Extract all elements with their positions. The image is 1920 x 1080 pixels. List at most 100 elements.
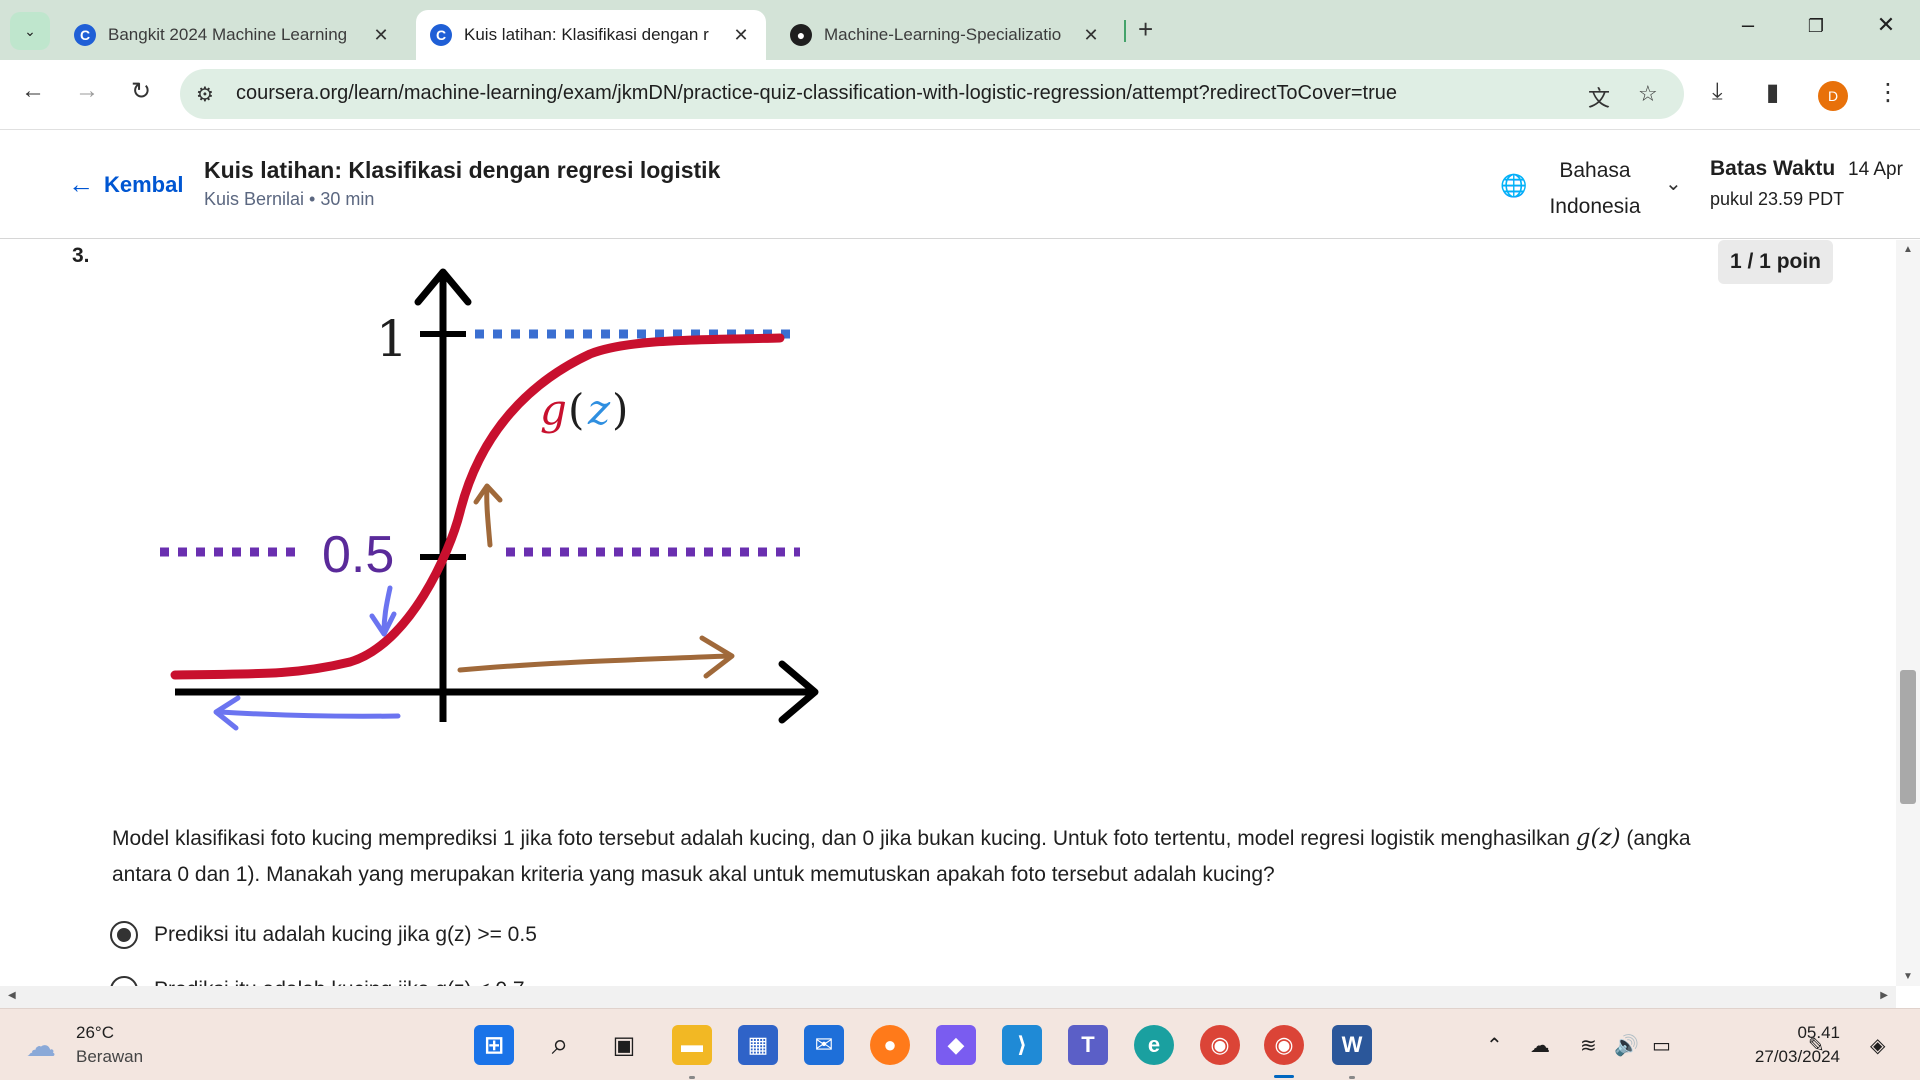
running-indicator xyxy=(1349,1076,1355,1079)
language-selector[interactable]: Bahasa Indonesia xyxy=(1540,153,1650,225)
close-tab-icon[interactable]: ✕ xyxy=(730,25,752,46)
back-arrow-icon[interactable]: ← xyxy=(16,77,50,105)
browser-toolbar: ← → ↻ ⚙ coursera.org/learn/machine-learn… xyxy=(0,60,1920,130)
weather-condition[interactable]: Berawan xyxy=(76,1047,143,1067)
profile-avatar[interactable]: D xyxy=(1818,81,1848,111)
tab-title: Kuis latihan: Klasifikasi dengan r xyxy=(464,25,709,44)
horizontal-scrollbar[interactable]: ◀ ▶ xyxy=(0,986,1896,1008)
chevron-down-icon[interactable]: ⌄ xyxy=(1665,171,1682,196)
file-explorer-icon[interactable]: ▬ xyxy=(672,1025,712,1065)
reload-icon[interactable]: ↻ xyxy=(124,77,158,106)
chevron-up-icon[interactable]: ⌃ xyxy=(1486,1033,1503,1058)
copilot-icon[interactable]: ◆ xyxy=(936,1025,976,1065)
scrollbar-thumb[interactable] xyxy=(1900,670,1916,804)
back-link[interactable]: ← Kembal xyxy=(68,169,183,200)
answer-option-2[interactable]: Prediksi itu adalah kucing jika g(z) < 0… xyxy=(110,976,525,986)
globe-icon: 🌐 xyxy=(1500,173,1528,198)
quiz-subtitle: Kuis Bernilai • 30 min xyxy=(204,189,375,209)
page-title: Kuis latihan: Klasifikasi dengan regresi… xyxy=(204,157,721,183)
back-arrow-icon: ← xyxy=(68,169,94,199)
clock-time[interactable]: 05.41 xyxy=(1740,1023,1840,1043)
forward-arrow-icon[interactable]: → xyxy=(70,77,104,105)
cloud-weather-icon[interactable]: ☁ xyxy=(26,1029,56,1064)
radio-dot xyxy=(117,928,131,942)
question-text: Model klasifikasi foto kucing memprediks… xyxy=(112,820,1712,893)
tab-github[interactable]: ● Machine-Learning-Specializatio ✕ xyxy=(776,10,1116,60)
brown-right-arrow xyxy=(457,653,731,673)
curve-label-close-paren: ) xyxy=(612,385,628,434)
notification-icon[interactable]: ✎ xyxy=(1808,1033,1825,1058)
coursera-favicon-icon: C xyxy=(74,24,96,46)
windows-taskbar: ☁ 26°C Berawan ⊞ ⌕ ▣ ▬ ▦ ✉ ● ◆ ⟩ T e ◉ ◉… xyxy=(0,1008,1920,1080)
wifi-icon[interactable]: ≋ xyxy=(1580,1033,1597,1058)
copilot-tray-icon[interactable]: ◈ xyxy=(1870,1033,1885,1058)
address-bar[interactable]: ⚙ coursera.org/learn/machine-learning/ex… xyxy=(180,69,1684,119)
browser-tab-strip: ⌄ C Bangkit 2024 Machine Learning ✕ C Ku… xyxy=(0,0,1920,60)
language-line-2: Indonesia xyxy=(1549,195,1641,218)
label-half: 0.5 xyxy=(322,526,394,584)
side-panel-icon[interactable]: ▮ xyxy=(1766,78,1779,107)
close-tab-icon[interactable]: ✕ xyxy=(370,25,392,46)
download-icon[interactable]: ⤓ xyxy=(1712,78,1723,106)
github-favicon-icon: ● xyxy=(790,24,812,46)
teams-icon[interactable]: T xyxy=(1068,1025,1108,1065)
radio-button[interactable] xyxy=(110,976,138,986)
radio-button-selected[interactable] xyxy=(110,921,138,949)
word-icon[interactable]: W xyxy=(1332,1025,1372,1065)
deadline-date: 14 Apr xyxy=(1848,159,1903,180)
curve-label-g: g xyxy=(540,385,567,434)
site-settings-icon[interactable]: ⚙ xyxy=(196,82,214,107)
running-indicator xyxy=(689,1076,695,1079)
search-icon[interactable]: ⌕ xyxy=(540,1025,580,1065)
microsoft-store-icon[interactable]: ▦ xyxy=(738,1025,778,1065)
restore-icon[interactable]: ❐ xyxy=(1796,16,1836,37)
menu-kebab-icon[interactable]: ⋮ xyxy=(1876,78,1900,107)
tab-quiz[interactable]: C Kuis latihan: Klasifikasi dengan r ✕ xyxy=(416,10,766,60)
coursera-favicon-icon: C xyxy=(430,24,452,46)
minimize-icon[interactable]: – xyxy=(1728,12,1768,38)
onedrive-cloud-icon[interactable]: ☁ xyxy=(1530,1033,1550,1058)
question-math: g(z) xyxy=(1575,825,1621,851)
close-tab-icon[interactable]: ✕ xyxy=(1080,25,1102,46)
sigmoid-figure: 1 0.5 g ( z ) xyxy=(160,268,819,731)
translate-icon[interactable]: 文 xyxy=(1588,81,1610,113)
answer-option-label: Prediksi itu adalah kucing jika g(z) >= … xyxy=(154,923,537,946)
brown-up-arrow xyxy=(484,485,493,548)
curve-label-open-paren: ( xyxy=(568,385,584,434)
task-view-icon[interactable]: ▣ xyxy=(604,1025,644,1065)
vscode-icon[interactable]: ⟩ xyxy=(1002,1025,1042,1065)
scroll-down-arrow-icon[interactable]: ▼ xyxy=(1903,971,1913,982)
battery-icon[interactable]: ▭ xyxy=(1652,1033,1671,1058)
weather-temperature[interactable]: 26°C xyxy=(76,1023,114,1043)
vertical-scrollbar[interactable]: ▲ ▼ xyxy=(1896,240,1920,986)
edge-icon[interactable]: e xyxy=(1134,1025,1174,1065)
tab-separator xyxy=(1124,20,1126,42)
tab-title: Bangkit 2024 Machine Learning xyxy=(108,25,348,44)
chrome-active-icon[interactable]: ◉ xyxy=(1264,1025,1304,1065)
question-number: 3. xyxy=(72,244,90,267)
scroll-up-arrow-icon[interactable]: ▲ xyxy=(1903,244,1913,255)
new-tab-plus-icon[interactable]: + xyxy=(1138,14,1153,45)
points-badge: 1 / 1 poin xyxy=(1718,240,1834,284)
url-text: coursera.org/learn/machine-learning/exam… xyxy=(236,82,1398,104)
bookmark-star-icon[interactable]: ☆ xyxy=(1638,81,1658,107)
tab-search-chevron-icon[interactable]: ⌄ xyxy=(10,12,50,50)
curve-label-z: z xyxy=(587,385,611,434)
close-window-icon[interactable]: ✕ xyxy=(1866,12,1906,38)
mail-icon[interactable]: ✉ xyxy=(804,1025,844,1065)
label-one: 1 xyxy=(376,310,408,368)
tab-bangkit[interactable]: C Bangkit 2024 Machine Learning ✕ xyxy=(60,10,406,60)
chrome-icon[interactable]: ◉ xyxy=(1200,1025,1240,1065)
sigmoid-curve xyxy=(170,333,785,680)
firefox-icon[interactable]: ● xyxy=(870,1025,910,1065)
blue-left-arrow xyxy=(217,709,401,719)
deadline-time: pukul 23.59 PDT xyxy=(1710,189,1845,209)
language-line-1: Bahasa xyxy=(1559,159,1631,182)
scroll-left-arrow-icon[interactable]: ◀ xyxy=(8,990,16,1001)
answer-option-1[interactable]: Prediksi itu adalah kucing jika g(z) >= … xyxy=(110,921,537,949)
scroll-right-arrow-icon[interactable]: ▶ xyxy=(1880,990,1888,1001)
quiz-content: 3. 1 / 1 poin 1 0.5 g ( z ) Model klasif… xyxy=(0,240,1896,986)
volume-icon[interactable]: 🔊 xyxy=(1614,1033,1639,1058)
windows-start-icon[interactable]: ⊞ xyxy=(474,1025,514,1065)
back-label: Kembal xyxy=(104,171,184,197)
